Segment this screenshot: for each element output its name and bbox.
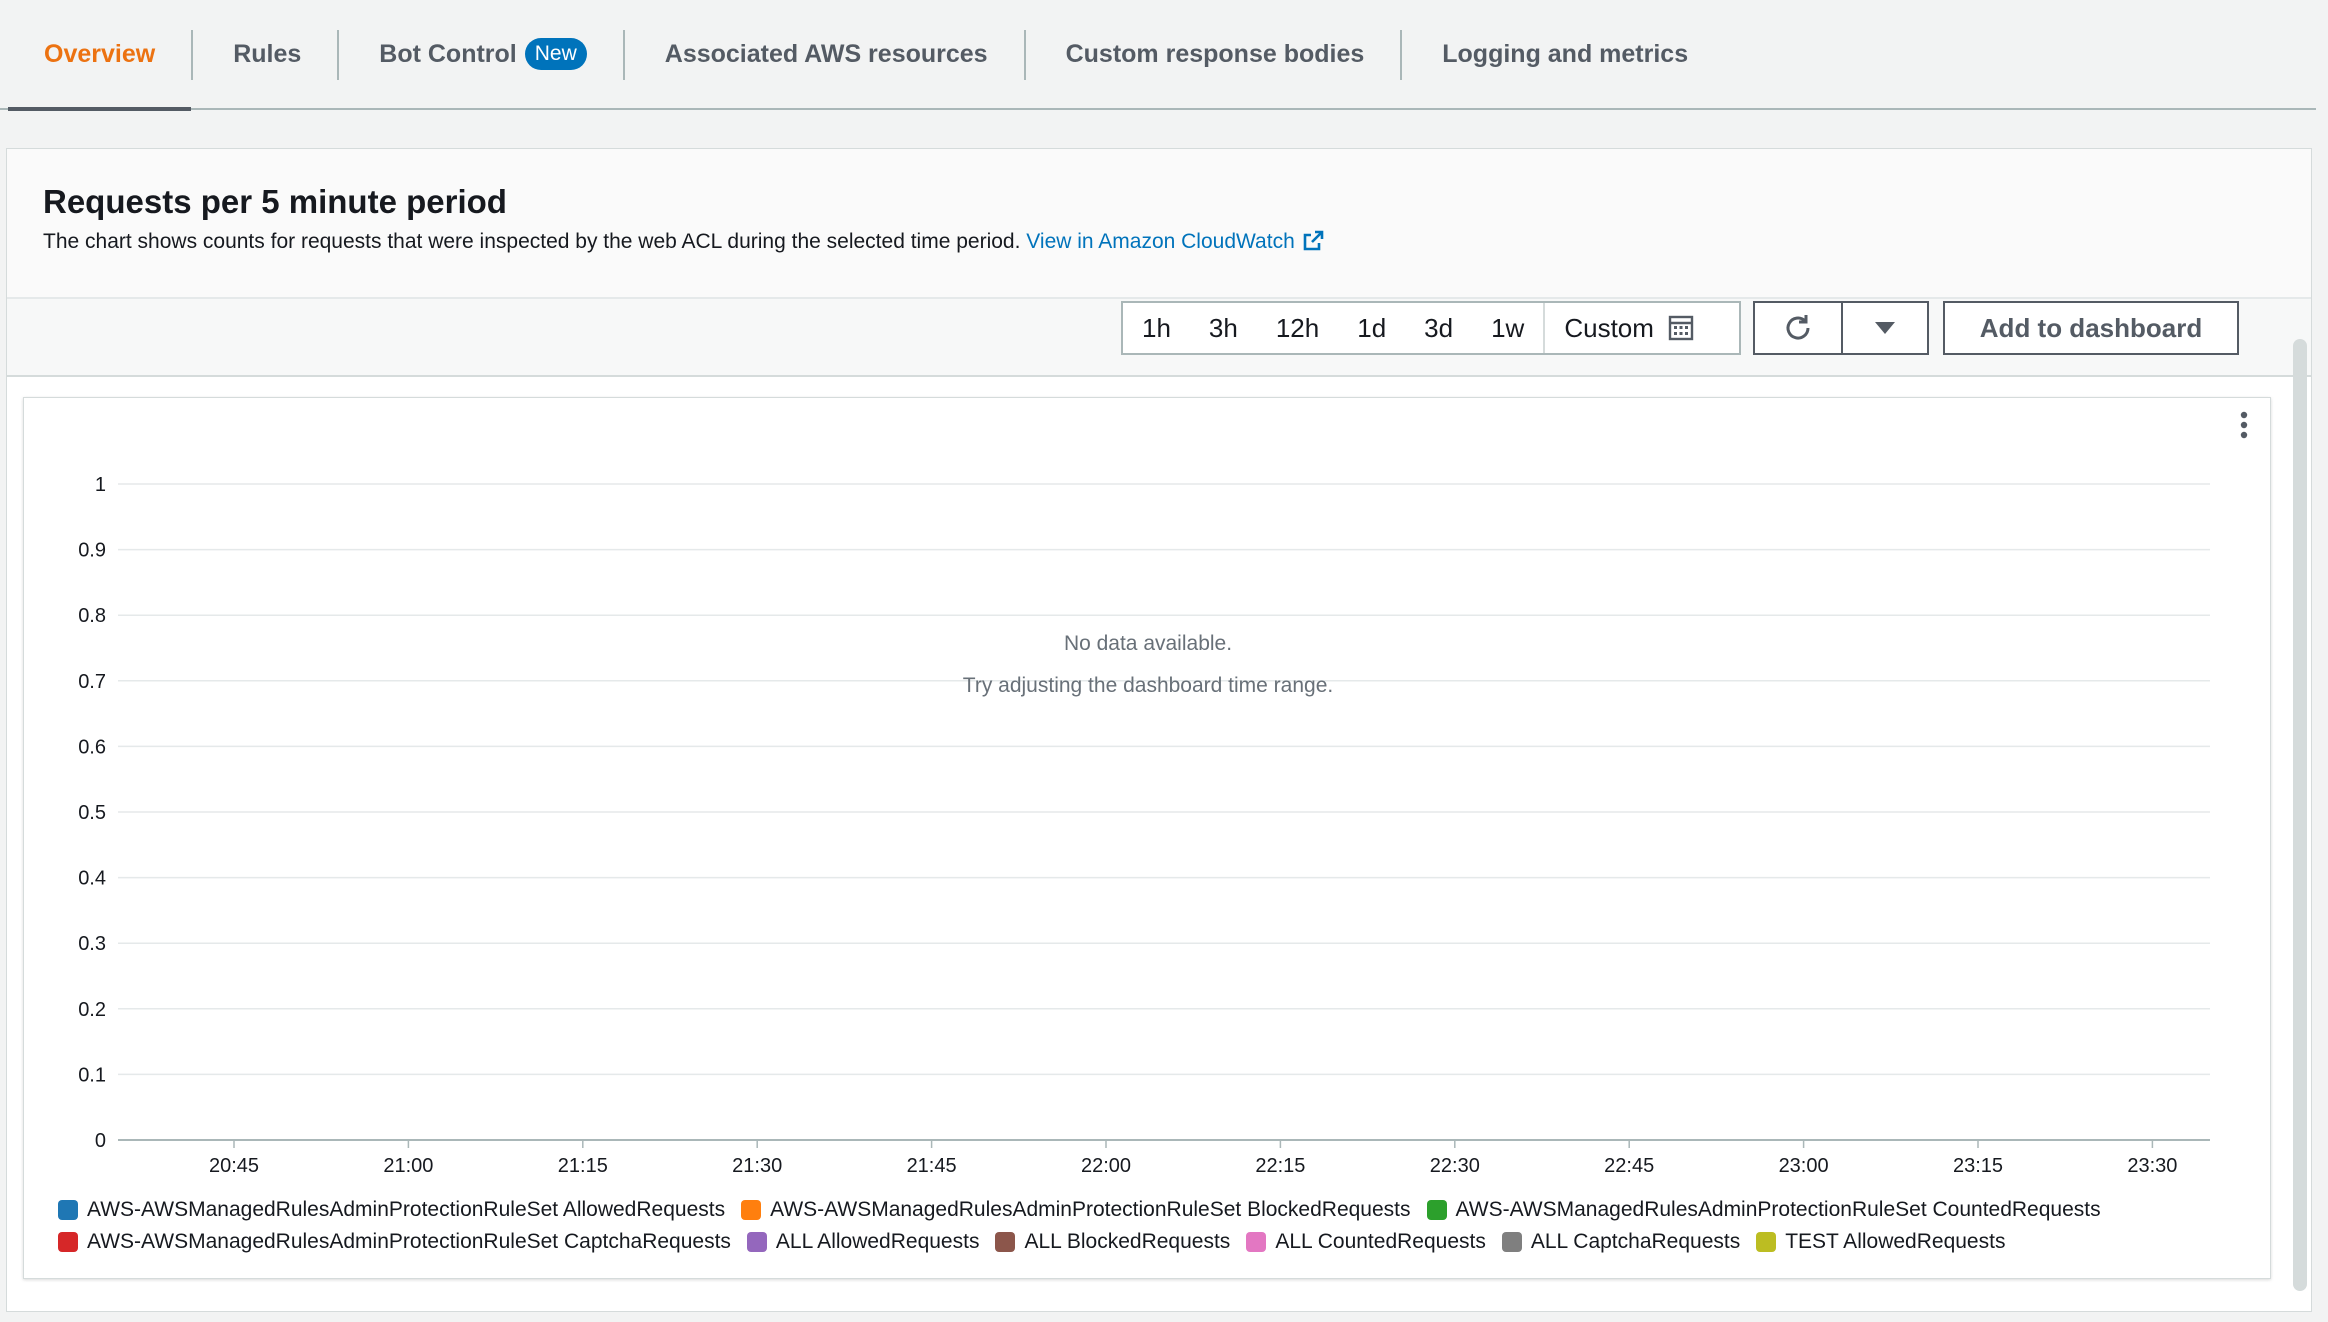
- x-tick-label: 23:00: [1779, 1155, 1829, 1177]
- panel-title: Requests per 5 minute period: [43, 183, 507, 220]
- legend-swatch: [1501, 1232, 1522, 1252]
- x-tick-label: 21:30: [732, 1155, 782, 1177]
- tab-custom-response-bodies[interactable]: Custom response bodies: [1026, 0, 1401, 108]
- legend-row: AWS-AWSManagedRulesAdminProtectionRuleSe…: [58, 1194, 2258, 1226]
- y-tick-label: 0.3: [78, 933, 106, 955]
- tab-label: Associated AWS resources: [664, 39, 988, 68]
- cloudwatch-link[interactable]: View in Amazon CloudWatch: [1026, 230, 1324, 253]
- legend-item[interactable]: ALL BlockedRequests: [995, 1226, 1230, 1258]
- tab-label: Rules: [233, 39, 302, 68]
- legend-item[interactable]: ALL CaptchaRequests: [1501, 1226, 1741, 1258]
- panel-header: Requests per 5 minute period The chart s…: [7, 149, 2311, 299]
- caret-down-icon: [1875, 322, 1895, 334]
- legend-row: AWS-AWSManagedRulesAdminProtectionRuleSe…: [58, 1226, 2258, 1258]
- tab-overview[interactable]: Overview: [0, 0, 192, 111]
- legend-swatch: [746, 1232, 767, 1252]
- y-tick-label: 1: [95, 474, 106, 496]
- x-tick-label: 22:15: [1255, 1155, 1305, 1177]
- tab-label: Bot Control: [379, 39, 517, 68]
- legend-swatch: [58, 1232, 78, 1252]
- requests-panel: Requests per 5 minute period The chart s…: [6, 148, 2312, 1312]
- time-range-hint: Try adjusting the dashboard time range.: [962, 674, 1334, 697]
- tab-rules[interactable]: Rules: [193, 0, 337, 108]
- legend-label: AWS-AWSManagedRulesAdminProtectionRuleSe…: [770, 1198, 1411, 1221]
- tab-bar: Overview Rules Bot Control New Associated…: [0, 0, 2316, 111]
- no-data-message: No data available.: [1063, 632, 1233, 655]
- legend-item[interactable]: AWS-AWSManagedRulesAdminProtectionRuleSe…: [1426, 1194, 2101, 1226]
- custom-label: Custom: [1564, 312, 1654, 343]
- refresh-icon: [1786, 315, 1810, 340]
- range-3d[interactable]: 3d: [1405, 303, 1472, 353]
- legend-label: AWS-AWSManagedRulesAdminProtectionRuleSe…: [87, 1230, 731, 1253]
- legend-swatch: [1756, 1232, 1777, 1252]
- y-tick-label: 0.1: [78, 1064, 106, 1086]
- refresh-options-dropdown[interactable]: [1841, 301, 1929, 355]
- x-tick-label: 22:45: [1604, 1155, 1654, 1177]
- external-link-icon: [1303, 230, 1324, 251]
- legend-label: ALL CountedRequests: [1275, 1230, 1486, 1253]
- description-text: The chart shows counts for requests that…: [43, 230, 1021, 253]
- cloudwatch-link-label: View in Amazon CloudWatch: [1026, 230, 1295, 253]
- legend-swatch: [58, 1200, 78, 1220]
- tab-bot-control[interactable]: Bot Control New: [339, 0, 622, 108]
- y-tick-label: 0.8: [78, 605, 106, 627]
- x-tick-label: 23:30: [2127, 1155, 2177, 1177]
- legend-item[interactable]: AWS-AWSManagedRulesAdminProtectionRuleSe…: [741, 1194, 1411, 1226]
- x-tick-label: 22:30: [1430, 1155, 1480, 1177]
- add-to-dashboard-button[interactable]: Add to dashboard: [1943, 301, 2239, 355]
- legend-label: ALL BlockedRequests: [1024, 1230, 1231, 1253]
- range-1d[interactable]: 1d: [1338, 303, 1405, 353]
- tab-label: Logging and metrics: [1442, 39, 1689, 68]
- x-tick-label: 20:45: [209, 1155, 259, 1177]
- legend-item[interactable]: TEST AllowedRequests: [1756, 1226, 2005, 1258]
- requests-chart: 0 0.1 0.2 0.3 0.4 0.5 0.6 0.7 0.8 0.9 1 20:45 21:00 2…: [23, 397, 2271, 1279]
- tab-label: Overview: [44, 39, 156, 68]
- legend-label: TEST AllowedRequests: [1785, 1230, 2006, 1253]
- legend-swatch: [1426, 1200, 1447, 1220]
- tab-associated-aws-resources[interactable]: Associated AWS resources: [625, 0, 1024, 108]
- x-tick-label: 21:00: [383, 1155, 433, 1177]
- new-badge: New: [524, 38, 587, 70]
- legend-item[interactable]: ALL CountedRequests: [1246, 1226, 1486, 1258]
- x-tick-label: 21:45: [907, 1155, 957, 1177]
- x-tick-label: 23:15: [1953, 1155, 2003, 1177]
- y-tick-label: 0.4: [78, 868, 106, 890]
- legend-label: ALL AllowedRequests: [775, 1230, 980, 1253]
- legend-item[interactable]: AWS-AWSManagedRulesAdminProtectionRuleSe…: [58, 1226, 731, 1258]
- chart-legend: AWS-AWSManagedRulesAdminProtectionRuleSe…: [58, 1194, 2258, 1258]
- legend-label: ALL CaptchaRequests: [1530, 1230, 1741, 1253]
- range-3h[interactable]: 3h: [1190, 303, 1257, 353]
- scrollbar[interactable]: [2293, 339, 2307, 1291]
- calendar-icon: [1668, 315, 1694, 341]
- legend-item[interactable]: AWS-AWSManagedRulesAdminProtectionRuleSe…: [58, 1194, 725, 1226]
- time-range-selector: 1h 3h 12h 1d 3d 1w Custom: [1121, 301, 1741, 355]
- tab-label: Custom response bodies: [1065, 39, 1365, 68]
- y-tick-label: 0.2: [78, 999, 106, 1021]
- legend-label: AWS-AWSManagedRulesAdminProtectionRuleSe…: [87, 1198, 726, 1221]
- range-1h[interactable]: 1h: [1123, 303, 1190, 353]
- tab-logging-and-metrics[interactable]: Logging and metrics: [1402, 0, 1724, 108]
- x-tick-label: 21:15: [558, 1155, 608, 1177]
- chart-plot: 00.10.20.30.40.50.60.70.80.9120:45 21:00 2…: [78, 474, 2210, 1177]
- range-12h[interactable]: 12h: [1257, 303, 1338, 353]
- legend-swatch: [741, 1200, 762, 1220]
- legend-label: AWS-AWSManagedRulesAdminProtectionRuleSe…: [1455, 1198, 2101, 1221]
- y-tick-label: 0.6: [78, 736, 106, 758]
- x-tick-label: 22:00: [1081, 1155, 1131, 1177]
- legend-item[interactable]: ALL AllowedRequests: [746, 1226, 980, 1258]
- y-tick-label: 0: [95, 1130, 106, 1152]
- y-tick-label: 0.5: [78, 802, 106, 824]
- panel-description: The chart shows counts for requests that…: [43, 229, 1325, 254]
- legend-swatch: [995, 1232, 1016, 1252]
- range-1w[interactable]: 1w: [1472, 303, 1543, 353]
- refresh-button[interactable]: [1753, 301, 1841, 355]
- range-custom-button[interactable]: Custom: [1545, 303, 1713, 353]
- legend-swatch: [1246, 1232, 1267, 1252]
- y-tick-label: 0.9: [78, 540, 106, 562]
